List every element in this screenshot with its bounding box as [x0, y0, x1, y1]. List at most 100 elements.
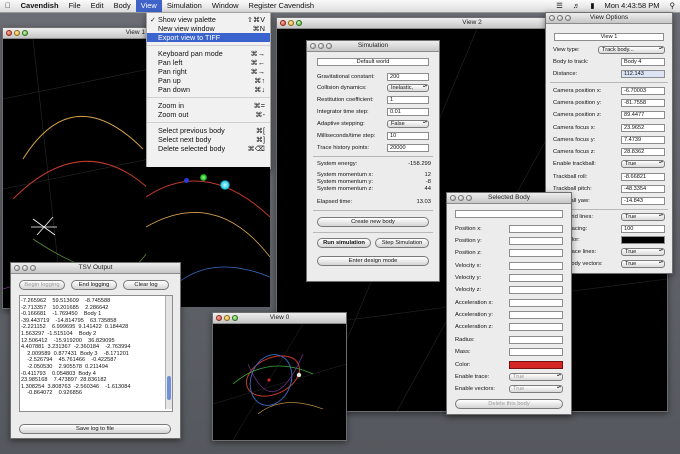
menu-item-pan-left[interactable]: Pan left ⌘← — [147, 58, 270, 67]
view-type-popup[interactable]: Track body... — [598, 46, 665, 54]
tsv-output-titlebar[interactable]: TSV Output — [11, 263, 180, 274]
position-z-field[interactable] — [509, 249, 563, 257]
menu-item-zoom-in[interactable]: Zoom in ⌘= — [147, 101, 270, 110]
velocity-y-field[interactable] — [509, 274, 563, 282]
begin-logging-button[interactable]: Begin logging — [19, 280, 65, 290]
mass-field[interactable] — [509, 348, 563, 356]
zoom-icon[interactable] — [232, 315, 238, 321]
trackball-roll-field[interactable]: -8.66821 — [621, 173, 665, 181]
acceleration-z-field[interactable] — [509, 323, 563, 331]
menu-item-select-next-body[interactable]: Select next body ⌘] — [147, 135, 270, 144]
save-log-button[interactable]: Save log to file — [19, 424, 171, 434]
draw-trace-lines-popup[interactable]: True — [621, 248, 665, 256]
enable-vectors-popup[interactable]: True — [509, 385, 563, 393]
apple-icon[interactable]:  — [0, 0, 16, 12]
spotlight-icon[interactable]: ⚲ — [665, 0, 680, 12]
menu-view[interactable]: View — [135, 0, 162, 12]
grid-color-swatch[interactable] — [621, 236, 665, 244]
body-name-field[interactable] — [455, 210, 563, 218]
close-icon[interactable] — [6, 30, 12, 36]
design-mode-button[interactable]: Enter design mode — [317, 256, 429, 266]
menu-item-select-previous-body[interactable]: Select previous body ⌘[ — [147, 126, 270, 135]
trackball-pitch-field[interactable]: -48.3354 — [621, 185, 665, 193]
close-icon[interactable] — [310, 43, 316, 49]
menu-item-pan-right[interactable]: Pan right ⌘→ — [147, 67, 270, 76]
menu-clock[interactable]: Mon 4:43:58 PM — [599, 0, 664, 12]
body-blue-orb[interactable] — [220, 180, 230, 190]
close-icon[interactable] — [280, 20, 286, 26]
acceleration-x-field[interactable] — [509, 299, 563, 307]
view-selector[interactable]: View 1 — [554, 33, 664, 41]
delete-body-button[interactable]: Delete this body — [455, 399, 563, 409]
selected-body-titlebar[interactable]: Selected Body — [447, 193, 571, 204]
zoom-icon[interactable] — [565, 15, 571, 21]
step-simulation-button[interactable]: Step Simulation — [375, 238, 429, 248]
position-y-field[interactable] — [509, 237, 563, 245]
enable-trace-popup[interactable]: True — [509, 373, 563, 381]
clear-log-button[interactable]: Clear log — [123, 280, 169, 290]
camera-position-z-field[interactable]: 89.4477 — [621, 111, 665, 119]
camera-focus-z-field[interactable]: 28.8362 — [621, 148, 665, 156]
view1-titlebar[interactable]: View 1 — [3, 28, 149, 39]
draw-body-vectors-popup[interactable]: True — [621, 260, 665, 268]
minimize-icon[interactable] — [458, 195, 464, 201]
zoom-icon[interactable] — [30, 265, 36, 271]
world-selector[interactable]: Default world — [317, 58, 429, 66]
restitution-coefficient-field[interactable]: 1 — [387, 96, 429, 104]
minimize-icon[interactable] — [14, 30, 20, 36]
menu-window[interactable]: Window — [207, 0, 244, 12]
camera-position-y-field[interactable]: -81.7558 — [621, 99, 665, 107]
menu-register[interactable]: Register Cavendish — [244, 0, 319, 12]
acceleration-y-field[interactable] — [509, 311, 563, 319]
camera-position-x-field[interactable]: -6.70003 — [621, 87, 665, 95]
view0-titlebar[interactable]: View 0 — [213, 313, 346, 324]
grid-spacing-field[interactable]: 100 — [621, 225, 665, 233]
menu-item-new-view-window[interactable]: New view window ⌘N — [147, 24, 270, 33]
view-options-titlebar[interactable]: View Options — [546, 13, 672, 24]
camera-focus-x-field[interactable]: 23.9652 — [621, 124, 665, 132]
menu-item-pan-up[interactable]: Pan up ⌘↑ — [147, 76, 270, 85]
minimize-icon[interactable] — [22, 265, 28, 271]
gravitational-constant-field[interactable]: 200 — [387, 73, 429, 81]
menu-item-export-view[interactable]: Export view to TIFF — [147, 33, 270, 42]
wifi-icon[interactable]: ☰ — [551, 0, 568, 12]
distance-field[interactable]: 112.143 — [621, 70, 665, 78]
close-icon[interactable] — [450, 195, 456, 201]
body-color-swatch[interactable] — [509, 361, 563, 369]
trackball-yaw-field[interactable]: -14.843 — [621, 197, 665, 205]
adaptive-stepping-popup[interactable]: False — [387, 120, 429, 128]
trace-history-field[interactable]: 20000 — [387, 144, 429, 152]
menu-item-show-view-palette[interactable]: ✓ Show view palette ⇧⌘V — [147, 15, 270, 24]
run-simulation-button[interactable]: Run simulation — [317, 238, 371, 248]
menu-item-zoom-out[interactable]: Zoom out ⌘- — [147, 110, 270, 119]
zoom-icon[interactable] — [296, 20, 302, 26]
close-icon[interactable] — [216, 315, 222, 321]
menu-file[interactable]: File — [64, 0, 86, 12]
menu-item-delete-selected-body[interactable]: Delete selected body ⌘⌫ — [147, 144, 270, 153]
menu-app[interactable]: Cavendish — [16, 0, 64, 12]
minimize-icon[interactable] — [288, 20, 294, 26]
battery-icon[interactable]: ▮ — [585, 0, 599, 12]
minimize-icon[interactable] — [557, 15, 563, 21]
menu-edit[interactable]: Edit — [86, 0, 109, 12]
minimize-icon[interactable] — [224, 315, 230, 321]
volume-icon[interactable]: ♬ — [568, 0, 586, 12]
time-step-field[interactable]: 0.01 — [387, 108, 429, 116]
camera-focus-y-field[interactable]: 7.4739 — [621, 136, 665, 144]
velocity-z-field[interactable] — [509, 286, 563, 294]
menu-item-keyboard-pan-mode[interactable]: Keyboard pan mode ⌘→ — [147, 49, 270, 58]
milliseconds-field[interactable]: 10 — [387, 132, 429, 140]
body-green-orb[interactable] — [200, 174, 207, 181]
simulation-titlebar[interactable]: Simulation — [307, 41, 439, 52]
close-icon[interactable] — [14, 265, 20, 271]
radius-field[interactable] — [509, 336, 563, 344]
minimize-icon[interactable] — [318, 43, 324, 49]
collision-dynamics-popup[interactable]: Inelastic, — [387, 84, 429, 92]
velocity-x-field[interactable] — [509, 262, 563, 270]
zoom-icon[interactable] — [22, 30, 28, 36]
menu-simulation[interactable]: Simulation — [162, 0, 207, 12]
zoom-icon[interactable] — [326, 43, 332, 49]
view0-canvas[interactable] — [213, 323, 346, 440]
enable-trackball-popup[interactable]: True — [621, 160, 665, 168]
create-body-button[interactable]: Create new body — [317, 217, 429, 227]
